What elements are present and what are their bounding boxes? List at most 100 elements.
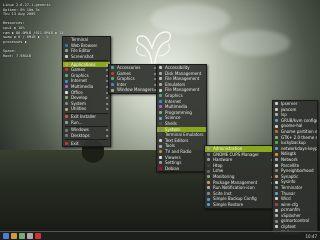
app-icon	[65, 102, 68, 106]
menu-item-label: Accessibility	[165, 65, 190, 70]
menu-item-label: Graphics	[117, 76, 135, 82]
menu-item-label: Shells	[165, 120, 177, 126]
menu-item-label: Gnome partition editor	[281, 128, 317, 134]
menu-item-label: Tools	[165, 143, 175, 149]
app-icon	[159, 99, 162, 103]
app-icon	[111, 71, 114, 75]
menu-item-label: cliptext	[281, 224, 296, 230]
menu-item-label: Internet	[165, 98, 181, 104]
taskbar-launcher-icon[interactable]	[19, 233, 25, 239]
menu-item-label: Simple Backup Config	[213, 196, 257, 202]
menu-item-label: Viewers	[165, 154, 181, 160]
app-icon	[65, 68, 68, 72]
app-icon	[275, 163, 278, 167]
app-icon	[159, 155, 162, 159]
menu-item-label: Science	[165, 115, 181, 121]
menu-item-label: Multimedia	[71, 83, 94, 89]
menu-item-label: Htop	[213, 162, 223, 168]
app-icon	[207, 147, 210, 151]
menu-item-label: lsp	[281, 112, 287, 118]
menu-item-label: wine-cfg	[281, 201, 298, 207]
app-icon	[159, 116, 162, 120]
app-icon	[159, 88, 162, 92]
menu-item-label: Wicd	[281, 196, 291, 202]
app-icon	[65, 96, 68, 100]
menu-item-label: Monitoring	[213, 173, 235, 179]
menu-item[interactable]: Utilities ▸	[63, 106, 110, 112]
menu-item-label: System	[165, 126, 180, 132]
app-icon	[65, 38, 68, 42]
menu-item-label: Thunar	[281, 190, 296, 196]
menu-item-label: Emulators	[165, 81, 186, 87]
menu-item-label: Scite Inst	[213, 190, 232, 196]
menu-item[interactable]: Desktops ▸	[63, 133, 110, 139]
app-icon	[207, 158, 210, 162]
menu-item-label: gsmartcontrol	[281, 218, 310, 224]
categories-submenu: Accessibility Disk Management File Managem…	[156, 64, 207, 173]
app-icon	[207, 197, 210, 201]
menu-item-label: File Editor	[71, 48, 91, 54]
app-icon	[275, 208, 278, 212]
app-icon	[275, 175, 278, 179]
menu-item-label: Parcellite	[281, 162, 300, 168]
app-icon	[159, 127, 162, 131]
menu-item-label: jwacom	[281, 106, 297, 112]
app-icon	[65, 62, 68, 66]
menu-item-label: Exit	[71, 140, 79, 146]
taskbar-launcher-icon[interactable]	[11, 233, 17, 239]
system-submenu: Administration▸GNOME CUPS ManagerHardwar…	[204, 145, 276, 209]
submenu-arrow-icon: ▸	[106, 106, 109, 112]
app-icon	[275, 180, 278, 184]
app-icon	[159, 94, 162, 98]
app-icon	[65, 55, 68, 59]
app-icon	[65, 115, 68, 119]
app-icon	[65, 90, 68, 94]
app-icon	[159, 66, 162, 70]
menu-item[interactable]: Screenshot	[63, 54, 110, 60]
cloud-shape	[220, 30, 290, 56]
menu-item-label: Applications	[71, 61, 96, 67]
menu-item-label: networkdays-keypad	[281, 145, 317, 151]
submenu-arrow-icon: ▸	[106, 133, 109, 139]
app-icon	[65, 128, 68, 132]
menu-item-label: Games	[71, 67, 85, 73]
app-icon	[207, 152, 210, 156]
app-icon	[207, 164, 210, 168]
menu-item-label: TV and Radio	[165, 148, 192, 154]
menu-item-label: Accessories	[117, 65, 141, 70]
taskbar-launcher-icon[interactable]	[3, 233, 9, 239]
menu-item-label: GNOME CUPS Manager	[213, 151, 259, 157]
menu-item[interactable]: Window Managers▸	[109, 87, 158, 93]
taskbar-launcher-icon[interactable]	[35, 233, 41, 239]
menu-item[interactable]: Debian	[157, 166, 206, 172]
app-icon	[65, 120, 68, 124]
app-icon	[159, 111, 162, 115]
menu-item-label: Internet	[71, 78, 87, 84]
app-icon	[275, 219, 278, 223]
app-icon	[65, 79, 68, 83]
menu-item-label: Graphics	[165, 92, 183, 98]
menu-item-label: vSplasher	[281, 212, 301, 218]
app-icon	[65, 85, 68, 89]
app-icon	[275, 113, 278, 117]
menu-item-label: Ipserver	[281, 101, 298, 106]
app-icon	[65, 43, 68, 47]
menu-item-label: GRUB/kvm configuration tool	[281, 117, 317, 123]
menu-item-label: Lshw	[213, 168, 224, 174]
app-icon	[159, 71, 162, 75]
app-icon	[275, 214, 278, 218]
menu-item[interactable]: Run...	[63, 120, 110, 126]
menu-item-label: Terminal	[71, 37, 88, 42]
app-icon	[275, 130, 278, 134]
menu-item[interactable]: Simple Restore	[205, 202, 275, 208]
menu-item-label: Ndisgtk	[281, 151, 297, 157]
menu-item-label: Games	[117, 70, 131, 76]
menu-item-label: Debian	[165, 165, 180, 171]
app-icon	[275, 191, 278, 195]
menu-item[interactable]: Exit	[63, 141, 110, 147]
taskbar-launcher-icon[interactable]	[27, 233, 33, 239]
app-icon	[207, 203, 210, 207]
app-icon	[207, 180, 210, 184]
app-icon	[65, 107, 68, 111]
app-icon	[159, 166, 162, 170]
